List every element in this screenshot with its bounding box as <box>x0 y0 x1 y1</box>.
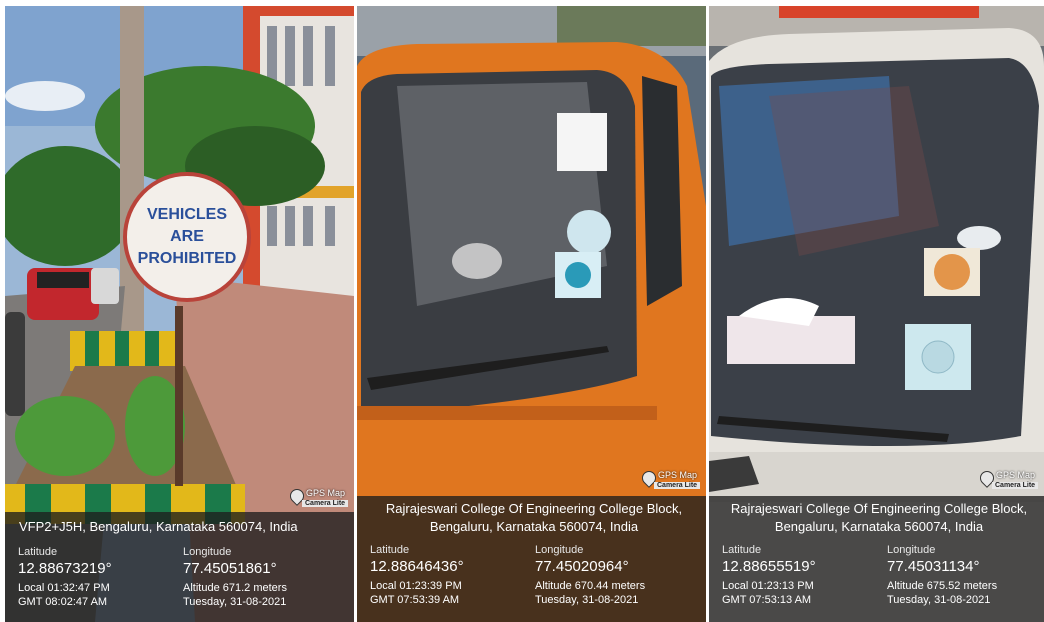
date: Tuesday, 31-08-2021 <box>535 594 639 606</box>
l-plate-letter: L <box>566 114 598 170</box>
longitude-label: Longitude <box>183 546 232 558</box>
photo-panel-sign: VEHICLES ARE PROHIBITED GPS Map Camera L… <box>5 6 354 622</box>
gmt-time: GMT 07:53:13 AM <box>722 594 812 606</box>
longitude-value: 77.45031134° <box>887 558 980 575</box>
gps-map-logo: GPS Map Camera Lite <box>287 486 349 512</box>
altitude: Altitude 675.52 meters <box>887 580 998 592</box>
sign-line-3: PROHIBITED <box>137 250 237 267</box>
logo-title: GPS Map <box>996 470 1036 480</box>
logo-title: GPS Map <box>306 488 346 498</box>
local-time: Local 01:32:47 PM <box>18 582 110 594</box>
address-line-2: Bengaluru, Karnataka 560074, India <box>429 519 639 534</box>
longitude-value: 77.45020964° <box>535 558 629 575</box>
address-line-1: Rajrajeswari College Of Engineering Coll… <box>385 501 683 516</box>
altitude: Altitude 671.2 meters <box>183 582 287 594</box>
date: Tuesday, 31-08-2021 <box>183 596 287 608</box>
learner-l-plate: L <box>557 113 607 171</box>
prohibition-sign: VEHICLES ARE PROHIBITED <box>123 172 251 302</box>
longitude-label: Longitude <box>887 544 936 556</box>
logo-subtitle: Camera Lite <box>654 482 701 489</box>
logo-title: GPS Map <box>658 470 698 480</box>
logo-subtitle: Camera Lite <box>302 500 349 507</box>
latitude-value: 12.88673219° <box>18 560 112 577</box>
local-time: Local 01:23:39 PM <box>370 580 462 592</box>
photo-panel-white-car: GPS Map Camera Lite Rajrajeswari College… <box>709 6 1044 622</box>
latitude-label: Latitude <box>722 544 762 556</box>
latitude-label: Latitude <box>370 544 410 556</box>
sign-line-2: ARE <box>170 228 204 245</box>
sign-line-1: VEHICLES <box>146 206 227 223</box>
altitude: Altitude 670.44 meters <box>535 580 646 592</box>
gps-map-logo: GPS Map Camera Lite <box>977 468 1039 494</box>
date: Tuesday, 31-08-2021 <box>887 594 991 606</box>
longitude-value: 77.45051861° <box>183 560 277 577</box>
photo-panel-orange-car: L GPS Map Camera Lite Rajrajeswari Colle… <box>357 6 706 622</box>
gps-info-overlay: Rajrajeswari College Of Engineering Coll… <box>357 496 706 622</box>
gps-info-overlay: Rajrajeswari College Of Engineering Coll… <box>709 496 1044 622</box>
latitude-value: 12.88655519° <box>722 558 816 575</box>
gmt-time: GMT 07:53:39 AM <box>370 594 460 606</box>
latitude-label: Latitude <box>18 546 58 558</box>
address-line-2: Bengaluru, Karnataka 560074, India <box>774 519 984 534</box>
local-time: Local 01:23:13 PM <box>722 580 814 592</box>
address-text: VFP2+J5H, Bengaluru, Karnataka 560074, I… <box>19 519 298 534</box>
longitude-label: Longitude <box>535 544 584 556</box>
gmt-time: GMT 08:02:47 AM <box>18 596 108 608</box>
gps-map-logo: GPS Map Camera Lite <box>639 468 701 494</box>
gps-info-overlay: VFP2+J5H, Bengaluru, Karnataka 560074, I… <box>5 512 354 622</box>
latitude-value: 12.88646436° <box>370 558 464 575</box>
logo-subtitle: Camera Lite <box>992 482 1039 489</box>
address-line-1: Rajrajeswari College Of Engineering Coll… <box>730 501 1028 516</box>
